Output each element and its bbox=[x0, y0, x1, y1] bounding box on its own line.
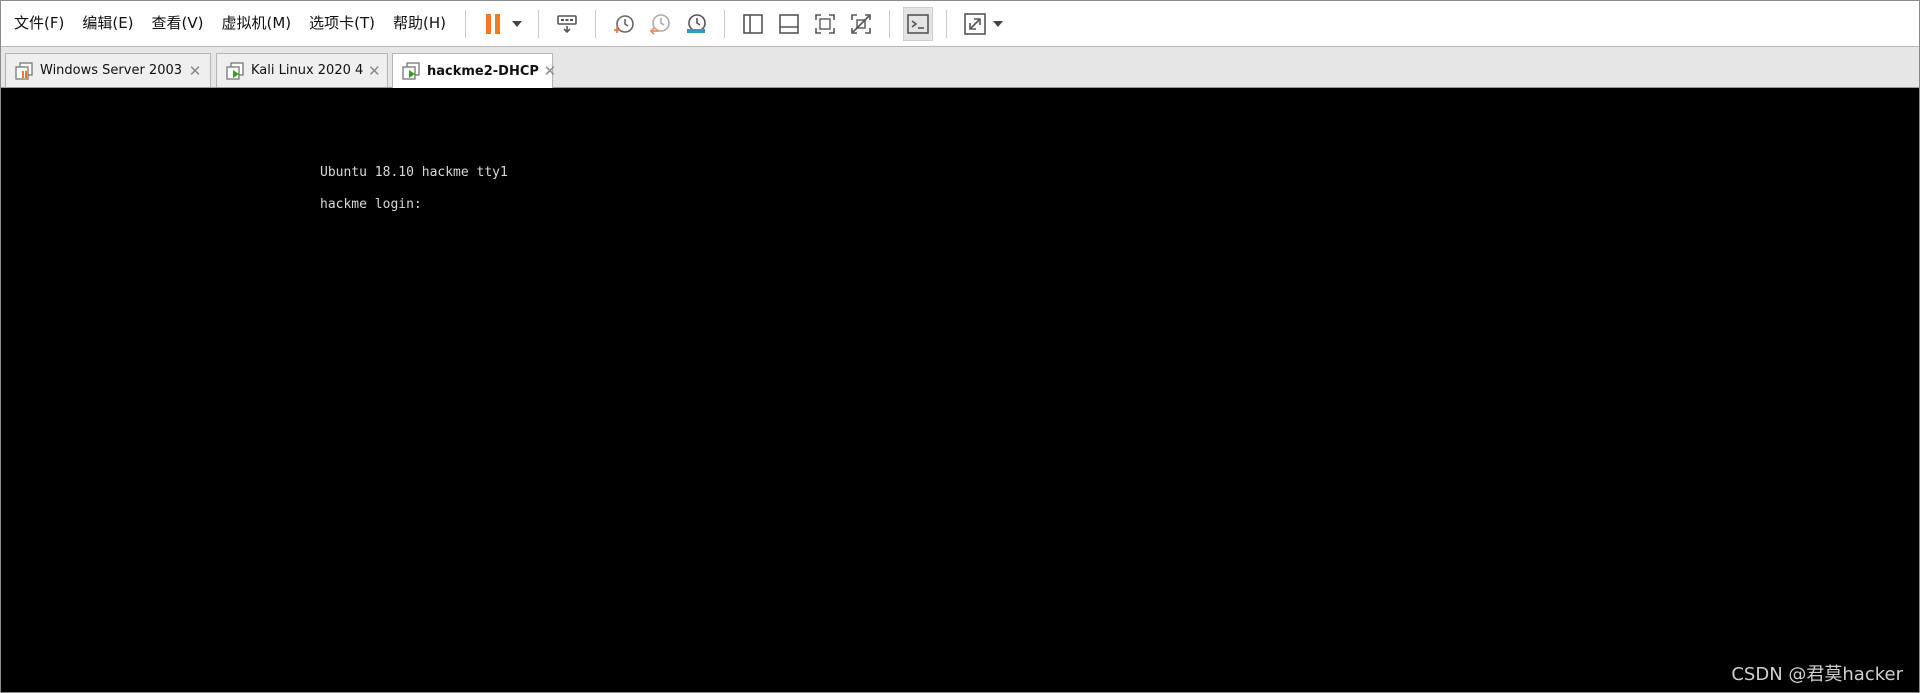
take-snapshot-button[interactable] bbox=[609, 7, 639, 41]
send-ctrl-alt-del-button[interactable] bbox=[552, 7, 582, 41]
snapshot-revert-icon bbox=[649, 13, 670, 35]
snapshot-take-icon bbox=[614, 14, 634, 33]
unity-icon bbox=[851, 13, 871, 34]
menu-edit[interactable]: 编辑(E) bbox=[73, 1, 142, 46]
menu-bar: 文件(F) 编辑(E) 查看(V) 虚拟机(M) 选项卡(T) 帮助(H) bbox=[1, 1, 455, 46]
toolbar-separator bbox=[538, 9, 540, 38]
watermark: CSDN @君莫hacker bbox=[1731, 664, 1903, 685]
revert-snapshot-button[interactable] bbox=[645, 7, 675, 41]
vm-running-icon bbox=[402, 62, 420, 80]
close-icon[interactable]: ✕ bbox=[184, 62, 206, 80]
vm-tab-strip: Windows Server 2003 ✕ Kali Linux 2020 4 … bbox=[1, 47, 1919, 88]
menu-view[interactable]: 查看(V) bbox=[143, 1, 213, 46]
console-banner-line: Ubuntu 18.10 hackme tty1 bbox=[320, 165, 508, 180]
send-ctrl-alt-del-icon bbox=[557, 14, 577, 33]
tab-label: Kali Linux 2020 4 bbox=[251, 63, 364, 78]
toolbar-separator bbox=[595, 9, 597, 38]
vm-console-screen[interactable]: Ubuntu 18.10 hackme tty1 hackme login: C… bbox=[1, 88, 1919, 692]
show-thumbnail-bar-icon bbox=[779, 13, 799, 34]
tab-hackme2-dhcp[interactable]: hackme2-DHCP ✕ bbox=[392, 53, 556, 88]
menu-file[interactable]: 文件(F) bbox=[5, 1, 73, 46]
tab-label: hackme2-DHCP bbox=[427, 63, 539, 79]
pause-button[interactable] bbox=[479, 7, 509, 41]
chevron-down-icon bbox=[512, 20, 523, 27]
console-view-icon bbox=[907, 13, 929, 34]
power-dropdown[interactable] bbox=[510, 7, 524, 41]
menu-tabs[interactable]: 选项卡(T) bbox=[300, 1, 384, 46]
unity-button[interactable] bbox=[846, 7, 876, 41]
stretch-dropdown[interactable] bbox=[991, 7, 1005, 41]
pause-icon bbox=[486, 13, 501, 34]
show-library-icon bbox=[743, 13, 763, 34]
menu-toolbar: 文件(F) 编辑(E) 查看(V) 虚拟机(M) 选项卡(T) 帮助(H) bbox=[1, 1, 1919, 47]
toolbar-separator bbox=[889, 9, 891, 38]
stretch-guest-button[interactable] bbox=[960, 7, 990, 41]
tab-windows-server-2003[interactable]: Windows Server 2003 ✕ bbox=[5, 53, 211, 87]
show-thumbnail-bar-button[interactable] bbox=[774, 7, 804, 41]
menu-help[interactable]: 帮助(H) bbox=[384, 1, 455, 46]
vm-running-icon bbox=[226, 61, 244, 80]
vmware-window: 文件(F) 编辑(E) 查看(V) 虚拟机(M) 选项卡(T) 帮助(H) Wi… bbox=[0, 0, 1920, 693]
snapshot-manager-button[interactable] bbox=[681, 7, 711, 41]
show-library-button[interactable] bbox=[738, 7, 768, 41]
console-login-prompt: hackme login: bbox=[320, 197, 422, 212]
console-view-button[interactable] bbox=[903, 6, 934, 41]
tab-kali-linux-2020-4[interactable]: Kali Linux 2020 4 ✕ bbox=[216, 53, 388, 87]
tab-label: Windows Server 2003 bbox=[40, 63, 183, 78]
close-icon[interactable]: ✕ bbox=[363, 62, 385, 80]
menu-vm[interactable]: 虚拟机(M) bbox=[213, 1, 301, 46]
full-screen-button[interactable] bbox=[810, 7, 840, 41]
full-screen-icon bbox=[815, 13, 835, 34]
toolbar-separator bbox=[724, 9, 726, 38]
toolbar-separator bbox=[465, 9, 467, 38]
snapshot-manager-icon bbox=[687, 13, 706, 33]
stretch-guest-icon bbox=[964, 12, 986, 35]
vm-suspended-icon bbox=[15, 61, 33, 80]
close-icon[interactable]: ✕ bbox=[539, 62, 561, 80]
toolbar-separator bbox=[946, 9, 948, 38]
chevron-down-icon bbox=[993, 20, 1004, 27]
